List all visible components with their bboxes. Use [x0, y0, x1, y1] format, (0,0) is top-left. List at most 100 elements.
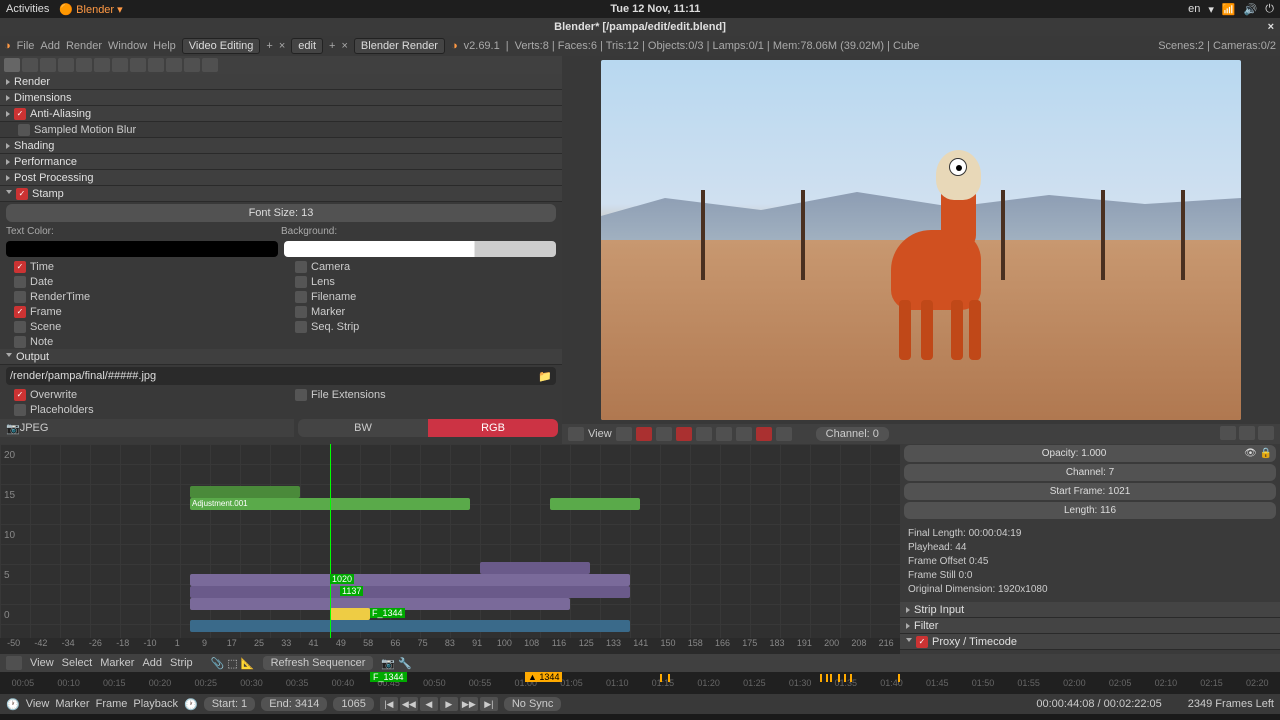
playhead[interactable]: 1020 1137 F_1344 [330, 444, 331, 654]
stamp-opt-lens[interactable]: Lens [281, 274, 562, 289]
strip-adjustment-1[interactable] [190, 486, 300, 498]
preview-opt-1-icon[interactable] [1220, 426, 1236, 440]
keyframe-prev-icon[interactable]: ◀◀ [400, 697, 418, 711]
volume-icon[interactable]: 🔊 [1244, 3, 1258, 16]
stamp-opt-rendertime[interactable]: RenderTime [0, 289, 281, 304]
current-frame-field[interactable]: 1065 [333, 697, 373, 711]
eye-icon[interactable]: 👁 🔒 [1244, 445, 1272, 462]
checkbox-icon[interactable] [295, 291, 307, 303]
activities-button[interactable]: Activities [6, 3, 49, 15]
tl-clock-icon[interactable]: 🕐 [184, 698, 198, 711]
preview-mode-3-icon[interactable] [656, 427, 672, 441]
colormode-rgb[interactable]: RGB [428, 419, 558, 437]
play-reverse-icon[interactable]: ◀ [420, 697, 438, 711]
tl-menu-frame[interactable]: Frame [96, 698, 128, 710]
engine-selector[interactable]: Blender Render [354, 38, 445, 54]
menu-add[interactable]: Add [40, 40, 60, 52]
seq-menu-marker[interactable]: Marker [100, 657, 134, 669]
preview-mode-1-icon[interactable] [616, 427, 632, 441]
preview-mode-7-icon[interactable] [736, 427, 752, 441]
preview-mode-2-icon[interactable] [636, 427, 652, 441]
strip-opacity[interactable]: Opacity: 1.000👁 🔒 [904, 445, 1276, 462]
fileext-checkbox[interactable] [295, 389, 307, 401]
colormode-bw[interactable]: BW [298, 419, 428, 437]
tl-editor-icon[interactable]: 🕐 [6, 698, 20, 711]
menu-help[interactable]: Help [153, 40, 176, 52]
stamp-opt-marker[interactable]: Marker [281, 304, 562, 319]
stamp-opt-note[interactable]: Note [0, 334, 281, 349]
sync-mode[interactable]: No Sync [504, 697, 562, 711]
stamp-checkbox[interactable]: ✓ [16, 188, 28, 200]
sequencer-ruler[interactable]: -50-42-34-26-18-101917253341495866758391… [0, 638, 900, 654]
tab-object-icon[interactable] [76, 58, 92, 72]
strip-video-3[interactable] [190, 586, 630, 598]
strip-audio-1[interactable] [190, 620, 630, 632]
checkbox-icon[interactable] [14, 336, 26, 348]
seq-menu-view[interactable]: View [30, 657, 54, 669]
menu-window[interactable]: Window [108, 40, 147, 52]
editor-type-icon[interactable] [568, 427, 584, 441]
lang-indicator[interactable]: en [1188, 3, 1200, 15]
seq-menu-strip[interactable]: Strip [170, 657, 193, 669]
tab-physics-icon[interactable] [202, 58, 218, 72]
strip-channel[interactable]: Channel: 7 [904, 464, 1276, 481]
strip-length[interactable]: Length: 116 [904, 502, 1276, 519]
tab-layers-icon[interactable] [22, 58, 38, 72]
refresh-sequencer-button[interactable]: Refresh Sequencer [263, 656, 374, 670]
tab-data-icon[interactable] [130, 58, 146, 72]
panel-filter[interactable]: Filter [900, 618, 1280, 634]
panel-stamp[interactable]: ✓Stamp [0, 186, 562, 202]
tab-render-icon[interactable] [4, 58, 20, 72]
tl-menu-view[interactable]: View [26, 698, 50, 710]
tab-constraint-icon[interactable] [94, 58, 110, 72]
panel-render[interactable]: Render [0, 74, 562, 90]
remove-layout-icon[interactable]: × [279, 40, 285, 52]
tab-scene-icon[interactable] [40, 58, 56, 72]
panel-performance[interactable]: Performance [0, 154, 562, 170]
checkbox-icon[interactable] [14, 321, 26, 333]
checkbox-icon[interactable] [14, 276, 26, 288]
panel-shading[interactable]: Shading [0, 138, 562, 154]
play-icon[interactable]: ▶ [440, 697, 458, 711]
checkbox-icon[interactable] [295, 276, 307, 288]
seq-menu-select[interactable]: Select [62, 657, 93, 669]
seq-menu-add[interactable]: Add [142, 657, 162, 669]
preview-mode-8-icon[interactable] [756, 427, 772, 441]
strip-startframe[interactable]: Start Frame: 1021 [904, 483, 1276, 500]
preview-mode-5-icon[interactable] [696, 427, 712, 441]
panel-antialiasing[interactable]: ✓Anti-Aliasing [0, 106, 562, 122]
preview-mode-4-icon[interactable] [676, 427, 692, 441]
tab-world-icon[interactable] [58, 58, 74, 72]
preview-area[interactable] [562, 56, 1280, 424]
tab-texture-icon[interactable] [166, 58, 182, 72]
strip-adjustment-3[interactable] [550, 498, 640, 510]
panel-motionblur[interactable]: Sampled Motion Blur [0, 122, 562, 138]
checkbox-icon[interactable] [295, 321, 307, 333]
jump-end-icon[interactable]: ▶| [480, 697, 498, 711]
power-icon[interactable]: ⏻ [1265, 3, 1274, 16]
panel-output[interactable]: Output [0, 349, 562, 365]
panel-proxy[interactable]: ✓Proxy / Timecode [900, 634, 1280, 650]
layout-selector[interactable]: Video Editing [182, 38, 261, 54]
overwrite-checkbox[interactable]: ✓ [14, 389, 26, 401]
panel-postprocessing[interactable]: Post Processing [0, 170, 562, 186]
scene-selector[interactable]: edit [291, 38, 323, 54]
close-icon[interactable]: × [1268, 21, 1274, 33]
stamp-fontsize[interactable]: Font Size: 13 [6, 204, 556, 222]
add-scene-icon[interactable]: + [329, 40, 335, 52]
menu-render[interactable]: Render [66, 40, 102, 52]
preview-opt-3-icon[interactable] [1258, 426, 1274, 440]
timeline[interactable]: 00:0500:1000:1500:2000:2500:3000:3500:40… [0, 672, 1280, 694]
aa-checkbox[interactable]: ✓ [14, 108, 26, 120]
tab-material-icon[interactable] [148, 58, 164, 72]
panel-dimensions[interactable]: Dimensions [0, 90, 562, 106]
panel-stripinput[interactable]: Strip Input [900, 602, 1280, 618]
blender-icon[interactable]: ◑ [4, 40, 11, 52]
tl-menu-playback[interactable]: Playback [133, 698, 178, 710]
smb-checkbox[interactable] [18, 124, 30, 136]
strip-video-2[interactable] [190, 574, 630, 586]
preview-mode-6-icon[interactable] [716, 427, 732, 441]
tl-menu-marker[interactable]: Marker [55, 698, 89, 710]
stamp-opt-date[interactable]: Date [0, 274, 281, 289]
jump-start-icon[interactable]: |◀ [380, 697, 398, 711]
